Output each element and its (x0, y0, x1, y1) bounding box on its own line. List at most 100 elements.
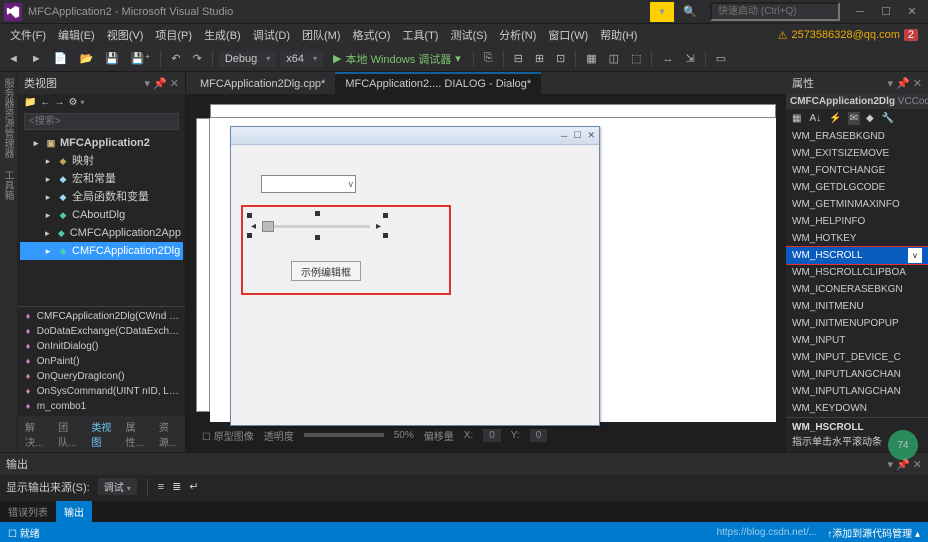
cv-tab[interactable]: 类视图 (84, 416, 118, 452)
bottom-tab[interactable]: 错误列表 (0, 501, 56, 522)
property-row[interactable]: WM_HSCROLLv (786, 247, 928, 264)
cv-tab[interactable]: 团队... (51, 416, 84, 452)
tree-node[interactable]: ▸◆映射 (20, 152, 183, 170)
output-source-dropdown[interactable]: 调试 (98, 478, 137, 495)
source-control-button[interactable]: ↑添加到源代码管理 ▴ (827, 525, 920, 540)
cv-tab[interactable]: 属性... (119, 416, 152, 452)
platform-dropdown[interactable]: x64 (280, 51, 323, 67)
member-item[interactable]: ♦ DoDataExchange(CDataExchange (20, 324, 183, 339)
sample-button-control[interactable]: 示例编辑框 (291, 261, 361, 281)
member-item[interactable]: ♦ OnQueryDragIcon() (20, 369, 183, 384)
tree-node[interactable]: ▸◆全局函数和变量 (20, 188, 183, 206)
tree-node[interactable]: ▸◆CMFCApplication2App (20, 224, 183, 242)
slider-control[interactable]: ◂ ▸ (251, 217, 381, 235)
test-dialog-icon[interactable]: ▭ (712, 50, 730, 67)
menu-item[interactable]: 测试(S) (444, 25, 493, 45)
design-canvas[interactable]: ─ ☐ ✕ v ◂ ▸ (210, 118, 776, 422)
selection-handle[interactable] (383, 233, 388, 238)
opacity-slider[interactable] (304, 433, 384, 437)
account-notify[interactable]: ⚠ 2573586328@qq.com 2 (778, 29, 924, 42)
menu-item[interactable]: 视图(V) (101, 25, 150, 45)
cv-settings-icon[interactable]: ⚙ (68, 97, 84, 108)
offset-y-input[interactable]: 0 (530, 429, 548, 442)
nav-fwd-icon[interactable]: ► (27, 51, 46, 67)
property-row[interactable]: WM_ERASEBKGND (786, 128, 928, 145)
menu-item[interactable]: 窗口(W) (542, 25, 594, 45)
align-center-icon[interactable]: ⊞ (531, 50, 548, 67)
doc-tab[interactable]: MFCApplication2.... DIALOG - Dialog* (335, 72, 541, 94)
selection-handle[interactable] (315, 235, 320, 240)
quick-launch-input[interactable] (710, 2, 840, 21)
cv-back-icon[interactable]: ← (40, 97, 50, 108)
save-icon[interactable]: 💾 (101, 50, 123, 67)
config-dropdown[interactable]: Debug (219, 51, 276, 67)
project-node[interactable]: ▸▣MFCApplication2 (20, 134, 183, 152)
selection-handle[interactable] (315, 211, 320, 216)
search-icon[interactable]: 🔍 (678, 2, 702, 22)
maximize-icon[interactable]: ☐ (874, 2, 898, 22)
cv-new-folder-icon[interactable]: 📁 (24, 97, 36, 108)
selection-handle[interactable] (247, 233, 252, 238)
property-row[interactable]: WM_GETMINMAXINFO (786, 196, 928, 213)
props-overrides-icon[interactable]: ◆ (864, 112, 876, 125)
menu-item[interactable]: 调试(D) (247, 25, 296, 45)
spacing-icon[interactable]: ↔ (658, 51, 677, 67)
server-explorer-tab[interactable]: 服务器资源管理器 (0, 76, 17, 160)
tool-icon[interactable]: ⎘ (480, 50, 497, 67)
property-row[interactable]: WM_ICONERASEBKGN (786, 281, 928, 298)
close-icon[interactable]: ✕ (900, 2, 924, 22)
nav-back-icon[interactable]: ◄ (4, 51, 23, 67)
layout-icon-2[interactable]: ⬚ (627, 50, 645, 67)
props-prop-icon[interactable]: 🔧 (880, 112, 896, 125)
member-item[interactable]: ♦ CMFCApplication2Dlg(CWnd * pPa (20, 309, 183, 324)
props-categorized-icon[interactable]: ▦ (790, 112, 803, 125)
bottom-tab[interactable]: 输出 (56, 501, 92, 522)
property-row[interactable]: WM_INPUTLANGCHAN (786, 366, 928, 383)
combo-box-control[interactable]: v (261, 175, 356, 193)
property-row[interactable]: WM_INPUTLANGCHAN (786, 383, 928, 400)
new-file-icon[interactable]: 📄 (50, 50, 72, 67)
properties-object-dropdown[interactable]: CMFCApplication2Dlg VCCodeClass ▾ (786, 94, 928, 109)
property-row[interactable]: WM_HSCROLLCLIPBOA (786, 264, 928, 281)
property-row[interactable]: WM_HOTKEY (786, 230, 928, 247)
output-clear-icon[interactable]: ≡ (158, 481, 164, 493)
sizing-icon[interactable]: ⇲ (681, 50, 698, 67)
align-right-icon[interactable]: ⊡ (552, 50, 569, 67)
member-item[interactable]: ♦ OnPaint() (20, 354, 183, 369)
minimize-icon[interactable]: ─ (848, 2, 872, 22)
dialog-form[interactable]: ─ ☐ ✕ v ◂ ▸ (230, 126, 600, 426)
member-item[interactable]: ♦ OnInitDialog() (20, 339, 183, 354)
props-events-icon[interactable]: ⚡ (827, 112, 843, 125)
layout-icon-1[interactable]: ◫ (605, 50, 623, 67)
property-row[interactable]: WM_INPUT (786, 332, 928, 349)
property-row[interactable]: WM_HELPINFO (786, 213, 928, 230)
tree-node[interactable]: ▸◆CMFCApplication2Dlg (20, 242, 183, 260)
save-all-icon[interactable]: 💾⁺ (127, 50, 155, 67)
offset-x-input[interactable]: 0 (483, 429, 501, 442)
property-row[interactable]: WM_KEYDOWN (786, 400, 928, 417)
selection-handle[interactable] (247, 213, 252, 218)
open-icon[interactable]: 📂 (75, 50, 97, 67)
property-row[interactable]: WM_FONTCHANGE (786, 162, 928, 179)
cv-fwd-icon[interactable]: → (54, 97, 64, 108)
menu-item[interactable]: 生成(B) (198, 25, 247, 45)
proto-image-checkbox[interactable]: ☐ 原型图像 (202, 428, 254, 443)
start-debug-button[interactable]: ▶ 本地 Windows 调试器 ▾ (327, 49, 467, 69)
tree-node[interactable]: ▸◆宏和常量 (20, 170, 183, 188)
properties-list[interactable]: WM_ERASEBKGNDWM_EXITSIZEMOVEWM_FONTCHANG… (786, 128, 928, 417)
property-row[interactable]: WM_EXITSIZEMOVE (786, 145, 928, 162)
member-list[interactable]: ♦ CMFCApplication2Dlg(CWnd * pPa♦ DoData… (18, 306, 185, 416)
class-tree[interactable]: ▸▣MFCApplication2 ▸◆映射▸◆宏和常量▸◆全局函数和变量▸◆C… (18, 132, 185, 306)
tree-node[interactable]: ▸◆CAboutDlg (20, 206, 183, 224)
menu-item[interactable]: 编辑(E) (52, 25, 101, 45)
menu-item[interactable]: 项目(P) (149, 25, 198, 45)
toolbox-tab[interactable]: 工具箱 (0, 168, 17, 202)
cv-tab[interactable]: 资源... (152, 416, 185, 452)
align-left-icon[interactable]: ⊟ (510, 50, 527, 67)
property-row[interactable]: WM_INPUT_DEVICE_C (786, 349, 928, 366)
member-item[interactable]: ♦ m_combo1 (20, 399, 183, 414)
menu-item[interactable]: 团队(M) (296, 25, 347, 45)
props-alpha-icon[interactable]: A↓ (807, 112, 823, 125)
undo-icon[interactable]: ↶ (167, 50, 184, 67)
selection-handle[interactable] (383, 213, 388, 218)
